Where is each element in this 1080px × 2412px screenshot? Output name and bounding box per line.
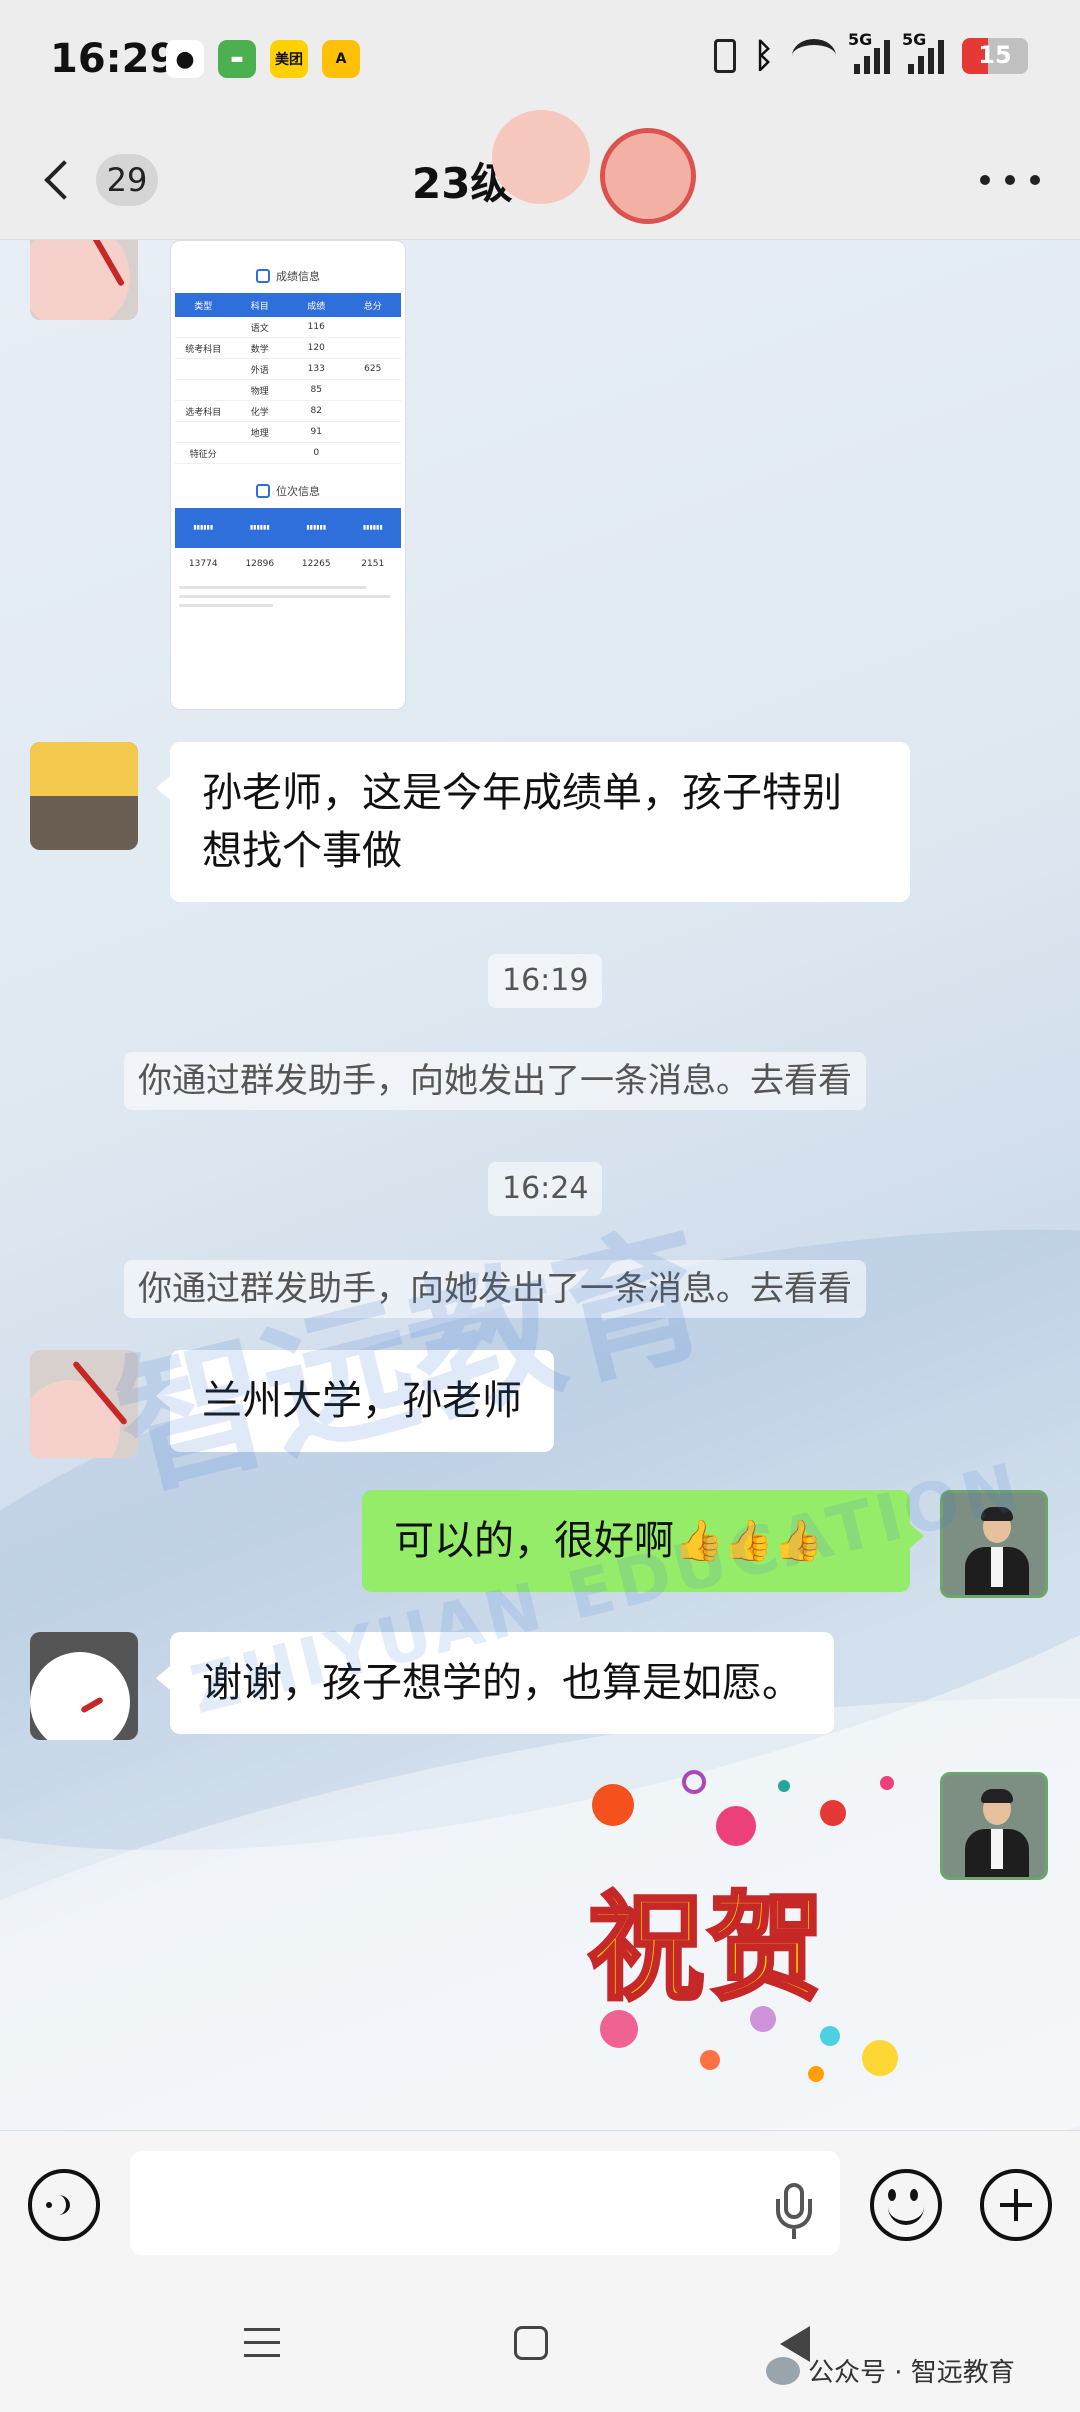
avatar[interactable]	[30, 1350, 138, 1458]
score-table-header: 类型 科目 成绩 总分	[175, 293, 401, 317]
flower-icon	[820, 1800, 846, 1826]
source-credit: 公众号 · 智远教育	[766, 2352, 1015, 2389]
flower-icon	[750, 2006, 776, 2032]
document-icon	[256, 269, 270, 283]
header-cell: 科目	[250, 301, 269, 312]
avatar[interactable]	[940, 1772, 1048, 1880]
rank-icon	[256, 484, 270, 498]
redaction-mark	[492, 110, 590, 204]
header-cell: 成绩	[307, 301, 326, 312]
timestamp: 16:24	[488, 1162, 603, 1216]
table-row: 外语 133 625	[175, 359, 401, 380]
emoji-button[interactable]	[870, 2169, 942, 2241]
system-nav-bar: 公众号 · 智远教育	[0, 2280, 1080, 2412]
wechat-official-icon	[766, 2356, 800, 2385]
redaction-mark	[600, 128, 696, 224]
microphone-icon[interactable]	[774, 2183, 814, 2239]
menu-icon[interactable]	[244, 2328, 280, 2358]
flower-icon	[716, 1806, 756, 1846]
avatar[interactable]	[30, 742, 138, 850]
status-app-icons: ● ▬ 美团 A	[166, 40, 360, 78]
header-cell: 类型	[194, 301, 213, 312]
avatar[interactable]	[30, 1632, 138, 1740]
table-row: 特征分 0	[175, 443, 401, 464]
message-bubble[interactable]: 兰州大学，孙老师	[156, 1350, 554, 1452]
vibrate-icon	[713, 39, 736, 73]
voice-toggle-button[interactable]	[28, 2169, 100, 2241]
message-bubble-outgoing[interactable]: 可以的，很好啊👍👍👍	[362, 1490, 924, 1592]
chevron-left-icon	[44, 160, 84, 200]
signal-icon-2: 5G	[902, 30, 944, 74]
home-icon[interactable]	[514, 2326, 548, 2360]
more-actions-button[interactable]	[980, 2169, 1052, 2241]
battery-level: 15	[978, 41, 1012, 69]
battery-icon: 15	[962, 38, 1028, 74]
app-icon: A	[322, 40, 360, 78]
flower-icon	[880, 1776, 894, 1790]
wechat-icon: ●	[166, 40, 204, 78]
table-row: 物理 85	[175, 380, 401, 401]
header-cell: 总分	[363, 301, 382, 312]
flower-icon	[682, 1770, 706, 1794]
network-type-label: 5G	[848, 30, 873, 49]
score-section-header: 成绩信息	[171, 259, 405, 293]
sticker-text: 祝贺	[586, 1878, 828, 2018]
bluetooth-icon: ᛒ	[753, 36, 774, 76]
wifi-icon	[792, 39, 836, 73]
back-button[interactable]: 29	[40, 148, 190, 212]
flower-icon	[808, 2066, 824, 2082]
messages-icon: ▬	[218, 40, 256, 78]
table-row: 选考科目 化学 82	[175, 401, 401, 422]
timestamp: 16:19	[488, 954, 603, 1008]
message-input[interactable]	[130, 2151, 840, 2255]
rank-value: 12265	[301, 559, 331, 569]
system-message[interactable]: 你通过群发助手，向她发出了一条消息。去看看	[124, 1052, 866, 1110]
score-sheet-image[interactable]: 成绩信息 类型 科目 成绩 总分 语文 116 统考科目 数学 120 外语 133 62…	[170, 240, 406, 710]
avatar[interactable]	[940, 1490, 1048, 1598]
avatar[interactable]	[30, 240, 138, 320]
meituan-icon: 美团	[270, 40, 308, 78]
flower-icon	[862, 2040, 898, 2076]
input-bar	[0, 2130, 1080, 2280]
congrats-sticker[interactable]: 祝贺	[580, 1770, 920, 2082]
score-section-title: 成绩信息	[276, 270, 320, 283]
flower-icon	[592, 1784, 634, 1826]
network-type-label-2: 5G	[902, 30, 927, 49]
more-options-button[interactable]	[980, 170, 1040, 190]
flower-icon	[700, 2050, 720, 2070]
rank-section-title: 位次信息	[276, 485, 320, 498]
flower-icon	[600, 2010, 638, 2048]
signal-icon: 5G	[848, 30, 890, 74]
rank-values-row: 13774 12896 12265 2151	[175, 548, 401, 580]
unread-badge: 29	[96, 154, 158, 206]
rank-value: 2151	[361, 559, 385, 569]
rank-value: 12896	[245, 559, 275, 569]
rank-section-header: 位次信息	[171, 474, 405, 508]
table-row: 统考科目 数学 120	[175, 338, 401, 359]
system-message[interactable]: 你通过群发助手，向她发出了一条消息。去看看	[124, 1260, 866, 1318]
rank-table-header: ▮▮▮▮▮▮ ▮▮▮▮▮▮ ▮▮▮▮▮▮ ▮▮▮▮▮▮	[175, 508, 401, 548]
flower-icon	[778, 1780, 790, 1792]
message-bubble[interactable]: 谢谢，孩子想学的，也算是如愿。	[156, 1632, 834, 1734]
table-row: 地理 91	[175, 422, 401, 443]
flower-icon	[820, 2026, 840, 2046]
table-row: 语文 116	[175, 317, 401, 338]
chat-area[interactable]: 成绩信息 类型 科目 成绩 总分 语文 116 统考科目 数学 120 外语 133 62…	[0, 240, 1080, 2130]
credit-text: 公众号 · 智远教育	[808, 2358, 1015, 2388]
status-bar: 16:29 ● ▬ 美团 A ᛒ 5G 5G 15	[0, 0, 1080, 120]
rank-value: 13774	[188, 559, 218, 569]
status-time: 16:29	[50, 36, 178, 82]
message-bubble[interactable]: 孙老师，这是今年成绩单，孩子特别想找个事做	[156, 742, 910, 902]
status-right: ᛒ 5G 5G 15	[713, 30, 1028, 76]
